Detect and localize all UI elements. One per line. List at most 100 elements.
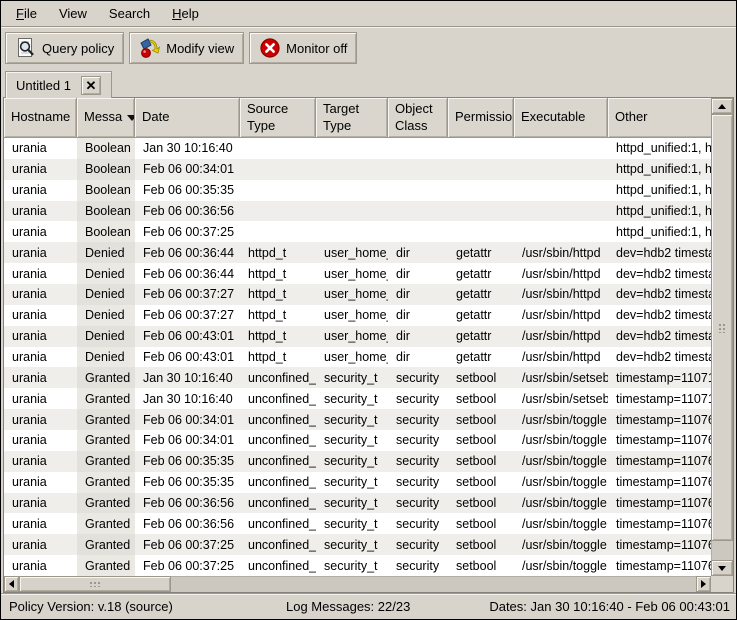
- tab-close-button[interactable]: ✕: [81, 76, 101, 95]
- table-row[interactable]: urania Boolean Feb 06 00:36:56 httpd_uni…: [4, 201, 711, 222]
- cell-date: Feb 06 00:37:25: [135, 221, 240, 242]
- column-header-object-class[interactable]: Object Class: [388, 98, 448, 138]
- vertical-scrollbar[interactable]: [711, 98, 733, 576]
- column-header-hostname[interactable]: Hostname: [4, 98, 77, 138]
- cell-message: Boolean: [77, 138, 135, 159]
- table-row[interactable]: urania Granted Feb 06 00:35:35 unconfine…: [4, 472, 711, 493]
- table-row[interactable]: urania Denied Feb 06 00:43:01 httpd_t us…: [4, 326, 711, 347]
- cell-message: Denied: [77, 263, 135, 284]
- table-row[interactable]: urania Granted Jan 30 10:16:40 unconfine…: [4, 367, 711, 388]
- scroll-right-button[interactable]: [696, 576, 711, 592]
- cell-other: dev=hdb2 timesta: [608, 263, 711, 284]
- cell-other: timestamp=11076: [608, 493, 711, 514]
- table-row[interactable]: urania Denied Feb 06 00:36:44 httpd_t us…: [4, 263, 711, 284]
- scroll-down-button[interactable]: [711, 560, 733, 576]
- table-row[interactable]: urania Granted Feb 06 00:34:01 unconfine…: [4, 430, 711, 451]
- table-row[interactable]: urania Denied Feb 06 00:36:44 httpd_t us…: [4, 242, 711, 263]
- cell-permission: [448, 138, 514, 159]
- cell-date: Jan 30 10:16:40: [135, 388, 240, 409]
- column-header-message[interactable]: Messa: [77, 98, 135, 138]
- cell-other: httpd_unified:1, h: [608, 138, 711, 159]
- tab-untitled-1[interactable]: Untitled 1 ✕: [5, 71, 112, 98]
- cell-executable: [514, 201, 608, 222]
- cell-source-type: [240, 221, 316, 242]
- cell-other: httpd_unified:1, h: [608, 201, 711, 222]
- cell-executable: /usr/sbin/httpd: [514, 263, 608, 284]
- column-header-target-type[interactable]: Target Type: [316, 98, 388, 138]
- vertical-scrollbar-thumb[interactable]: [711, 114, 733, 541]
- toolbar: Query policy Modify view Mo: [1, 28, 736, 68]
- modify-view-label: Modify view: [166, 41, 234, 56]
- vertical-scrollbar-track[interactable]: [711, 114, 733, 560]
- scroll-left-button[interactable]: [4, 576, 19, 592]
- table-row[interactable]: urania Boolean Feb 06 00:34:01 httpd_uni…: [4, 159, 711, 180]
- monitor-off-button[interactable]: Monitor off: [249, 32, 357, 64]
- column-header-date[interactable]: Date: [135, 98, 240, 138]
- table-row[interactable]: urania Granted Feb 06 00:37:25 unconfine…: [4, 555, 711, 576]
- table-row[interactable]: urania Boolean Jan 30 10:16:40 httpd_uni…: [4, 138, 711, 159]
- table-row[interactable]: urania Granted Feb 06 00:37:25 unconfine…: [4, 534, 711, 555]
- cell-object-class: security: [388, 430, 448, 451]
- menu-bar: File View Search Help: [1, 1, 736, 27]
- cell-executable: /usr/sbin/toggle: [514, 534, 608, 555]
- scroll-down-icon: [718, 566, 726, 571]
- cell-message: Denied: [77, 284, 135, 305]
- cell-message: Granted: [77, 388, 135, 409]
- scroll-up-button[interactable]: [711, 98, 733, 114]
- column-header-permission[interactable]: Permission: [448, 98, 514, 138]
- cell-executable: /usr/sbin/toggle: [514, 472, 608, 493]
- table-row[interactable]: urania Granted Feb 06 00:36:56 unconfine…: [4, 493, 711, 514]
- monitor-off-label: Monitor off: [286, 41, 347, 56]
- cell-target-type: security_t: [316, 555, 388, 576]
- cell-hostname: urania: [4, 451, 77, 472]
- cell-source-type: unconfined_: [240, 472, 316, 493]
- cell-permission: [448, 180, 514, 201]
- menu-view[interactable]: View: [48, 1, 98, 26]
- cell-target-type: [316, 159, 388, 180]
- cell-executable: /usr/sbin/toggle: [514, 555, 608, 576]
- cell-object-class: security: [388, 472, 448, 493]
- cell-source-type: httpd_t: [240, 326, 316, 347]
- menu-file[interactable]: File: [5, 1, 48, 26]
- cell-source-type: httpd_t: [240, 347, 316, 368]
- table-row[interactable]: urania Denied Feb 06 00:37:27 httpd_t us…: [4, 305, 711, 326]
- menu-view-label: View: [59, 6, 87, 21]
- table-row[interactable]: urania Boolean Feb 06 00:37:25 httpd_uni…: [4, 221, 711, 242]
- cell-target-type: security_t: [316, 534, 388, 555]
- column-header-executable[interactable]: Executable: [514, 98, 608, 138]
- table-row[interactable]: urania Boolean Feb 06 00:35:35 httpd_uni…: [4, 180, 711, 201]
- query-policy-button[interactable]: Query policy: [5, 32, 124, 64]
- table-row[interactable]: urania Granted Jan 30 10:16:40 unconfine…: [4, 388, 711, 409]
- cell-permission: getattr: [448, 347, 514, 368]
- horizontal-scrollbar-thumb[interactable]: [19, 576, 171, 592]
- cell-message: Boolean: [77, 201, 135, 222]
- cell-date: Feb 06 00:35:35: [135, 180, 240, 201]
- column-header-source-type[interactable]: Source Type: [240, 98, 316, 138]
- modify-view-button[interactable]: Modify view: [129, 32, 244, 64]
- cell-hostname: urania: [4, 493, 77, 514]
- cell-date: Feb 06 00:35:35: [135, 472, 240, 493]
- cell-permission: [448, 159, 514, 180]
- query-policy-icon: [15, 37, 37, 59]
- cell-message: Denied: [77, 242, 135, 263]
- cell-hostname: urania: [4, 555, 77, 576]
- tab-bar: Untitled 1 ✕: [1, 68, 736, 97]
- menu-search[interactable]: Search: [98, 1, 161, 26]
- table-row[interactable]: urania Denied Feb 06 00:37:27 httpd_t us…: [4, 284, 711, 305]
- cell-executable: /usr/sbin/toggle: [514, 513, 608, 534]
- cell-date: Feb 06 00:34:01: [135, 159, 240, 180]
- menu-search-label: Search: [109, 6, 150, 21]
- cell-date: Jan 30 10:16:40: [135, 138, 240, 159]
- cell-object-class: [388, 159, 448, 180]
- cell-message: Granted: [77, 451, 135, 472]
- cell-object-class: security: [388, 409, 448, 430]
- cell-hostname: urania: [4, 367, 77, 388]
- table-row[interactable]: urania Granted Feb 06 00:34:01 unconfine…: [4, 409, 711, 430]
- horizontal-scrollbar[interactable]: [4, 576, 711, 592]
- table-row[interactable]: urania Denied Feb 06 00:43:01 httpd_t us…: [4, 347, 711, 368]
- cell-permission: getattr: [448, 326, 514, 347]
- menu-help[interactable]: Help: [161, 1, 210, 26]
- cell-executable: /usr/sbin/setseb: [514, 388, 608, 409]
- table-row[interactable]: urania Granted Feb 06 00:35:35 unconfine…: [4, 451, 711, 472]
- table-row[interactable]: urania Granted Feb 06 00:36:56 unconfine…: [4, 513, 711, 534]
